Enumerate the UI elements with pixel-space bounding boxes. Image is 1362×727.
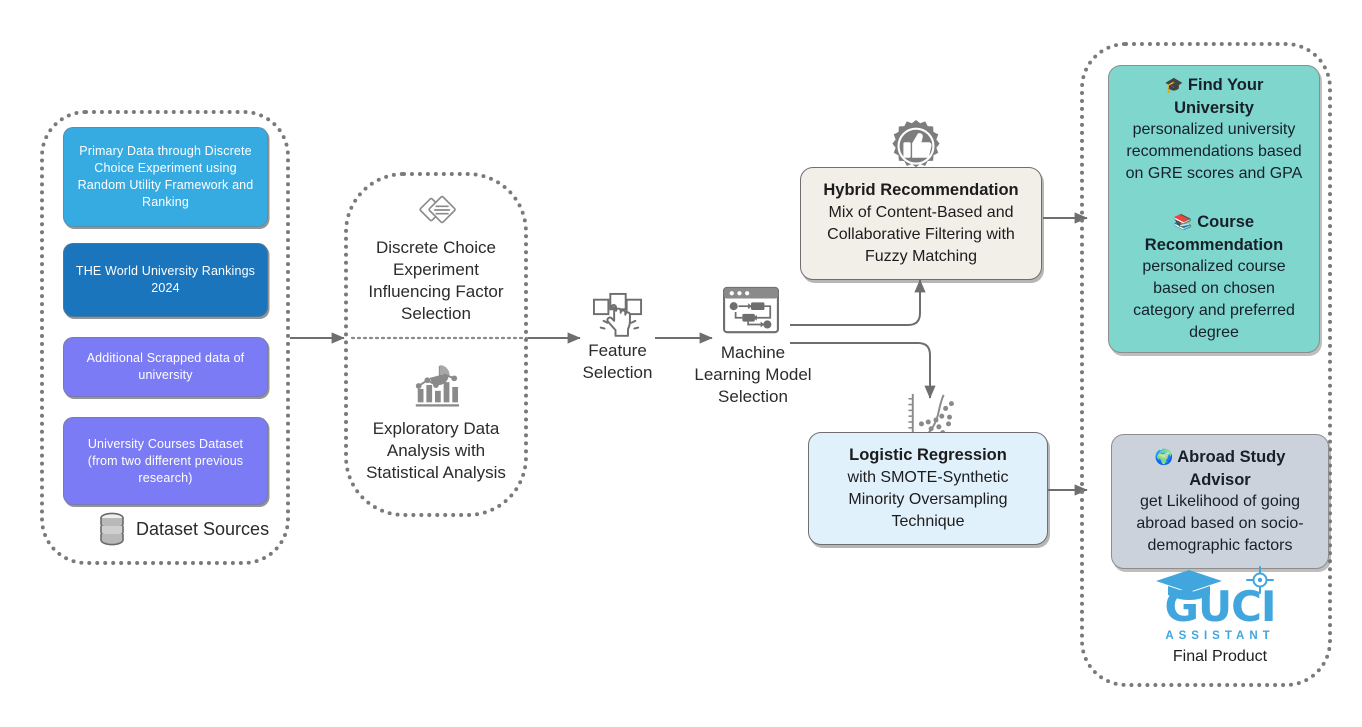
diagram-canvas: Primary Data through Discrete Choice Exp… [0,0,1362,727]
logistic-regression-body: with SMOTE-Synthetic Minority Oversampli… [847,469,1009,530]
bar-chart-analytics-icon [410,362,460,410]
graduation-cap-icon: 🎓 [1164,77,1184,94]
source-card-label: Primary Data through Discrete Choice Exp… [77,144,254,209]
abroad-study-advisor-title-text: Abroad Study Advisor [1177,448,1286,489]
course-recommendation-title-text: Course Recommendation [1144,213,1284,254]
feature-selection-label: Feature Selection [582,341,653,382]
logistic-regression-card[interactable]: Logistic Regression with SMOTE-Synthetic… [808,432,1048,545]
source-card-label: THE World University Rankings 2024 [75,264,256,295]
dataset-sources-caption: Dataset Sources [98,512,269,546]
analysis-bottom-label: Exploratory Data Analysis with Statistic… [366,419,506,482]
ml-workflow-window-icon [722,286,780,336]
hybrid-recommendation-card[interactable]: Hybrid Recommendation Mix of Content-Bas… [800,167,1042,280]
recommendation-output-card[interactable]: 🎓 Find Your University personalized univ… [1108,65,1320,353]
find-university-block: 🎓 Find Your University personalized univ… [1125,74,1303,185]
find-university-title: 🎓 Find Your University [1125,74,1303,119]
abroad-study-advisor-body: get Likelihood of going abroad based on … [1136,493,1304,554]
abroad-study-advisor-card[interactable]: 🌍 Abroad Study Advisor get Likelihood of… [1111,434,1329,569]
find-university-title-text: Find Your University [1174,76,1264,117]
source-card-the-rankings[interactable]: THE World University Rankings 2024 [63,243,268,317]
source-card-primary-data[interactable]: Primary Data through Discrete Choice Exp… [63,127,268,227]
source-card-scrapped-data[interactable]: Additional Scrapped data of university [63,337,268,397]
model-selection-label: Machine Learning Model Selection [694,343,812,406]
globe-icon: 🌍 [1154,449,1174,466]
hybrid-recommendation-body: Mix of Content-Based and Collaborative F… [827,204,1015,265]
analysis-top-label: Discrete Choice Experiment Influencing F… [368,238,504,323]
final-product-caption: Final Product [1172,648,1268,665]
source-card-university-courses[interactable]: University Courses Dataset (from two dif… [63,417,268,505]
course-recommendation-title: 📚 Course Recommendation [1125,211,1303,256]
hand-select-squares-icon [590,292,646,342]
course-recommendation-block: 📚 Course Recommendation personalized cou… [1125,211,1303,344]
diamond-layers-icon [418,190,458,230]
dataset-sources-label: Dataset Sources [136,518,270,539]
abroad-study-advisor-title: 🌍 Abroad Study Advisor [1128,446,1312,491]
find-university-body: personalized university recommendations … [1125,121,1303,182]
logistic-regression-title: Logistic Regression [849,446,1007,464]
source-card-label: Additional Scrapped data of university [86,351,245,382]
books-icon: 📚 [1173,214,1193,231]
guci-brand: GUCI ASSISTANT [1140,566,1300,642]
database-icon [98,512,126,546]
source-card-label: University Courses Dataset (from two dif… [87,436,244,485]
arrow-model-to-hybrid [790,279,926,326]
guci-tagline: ASSISTANT [1165,630,1275,642]
guci-wordmark: GUCI [1164,582,1276,631]
course-recommendation-body: personalized course based on chosen cate… [1133,258,1295,341]
hybrid-recommendation-title: Hybrid Recommendation [823,181,1019,199]
